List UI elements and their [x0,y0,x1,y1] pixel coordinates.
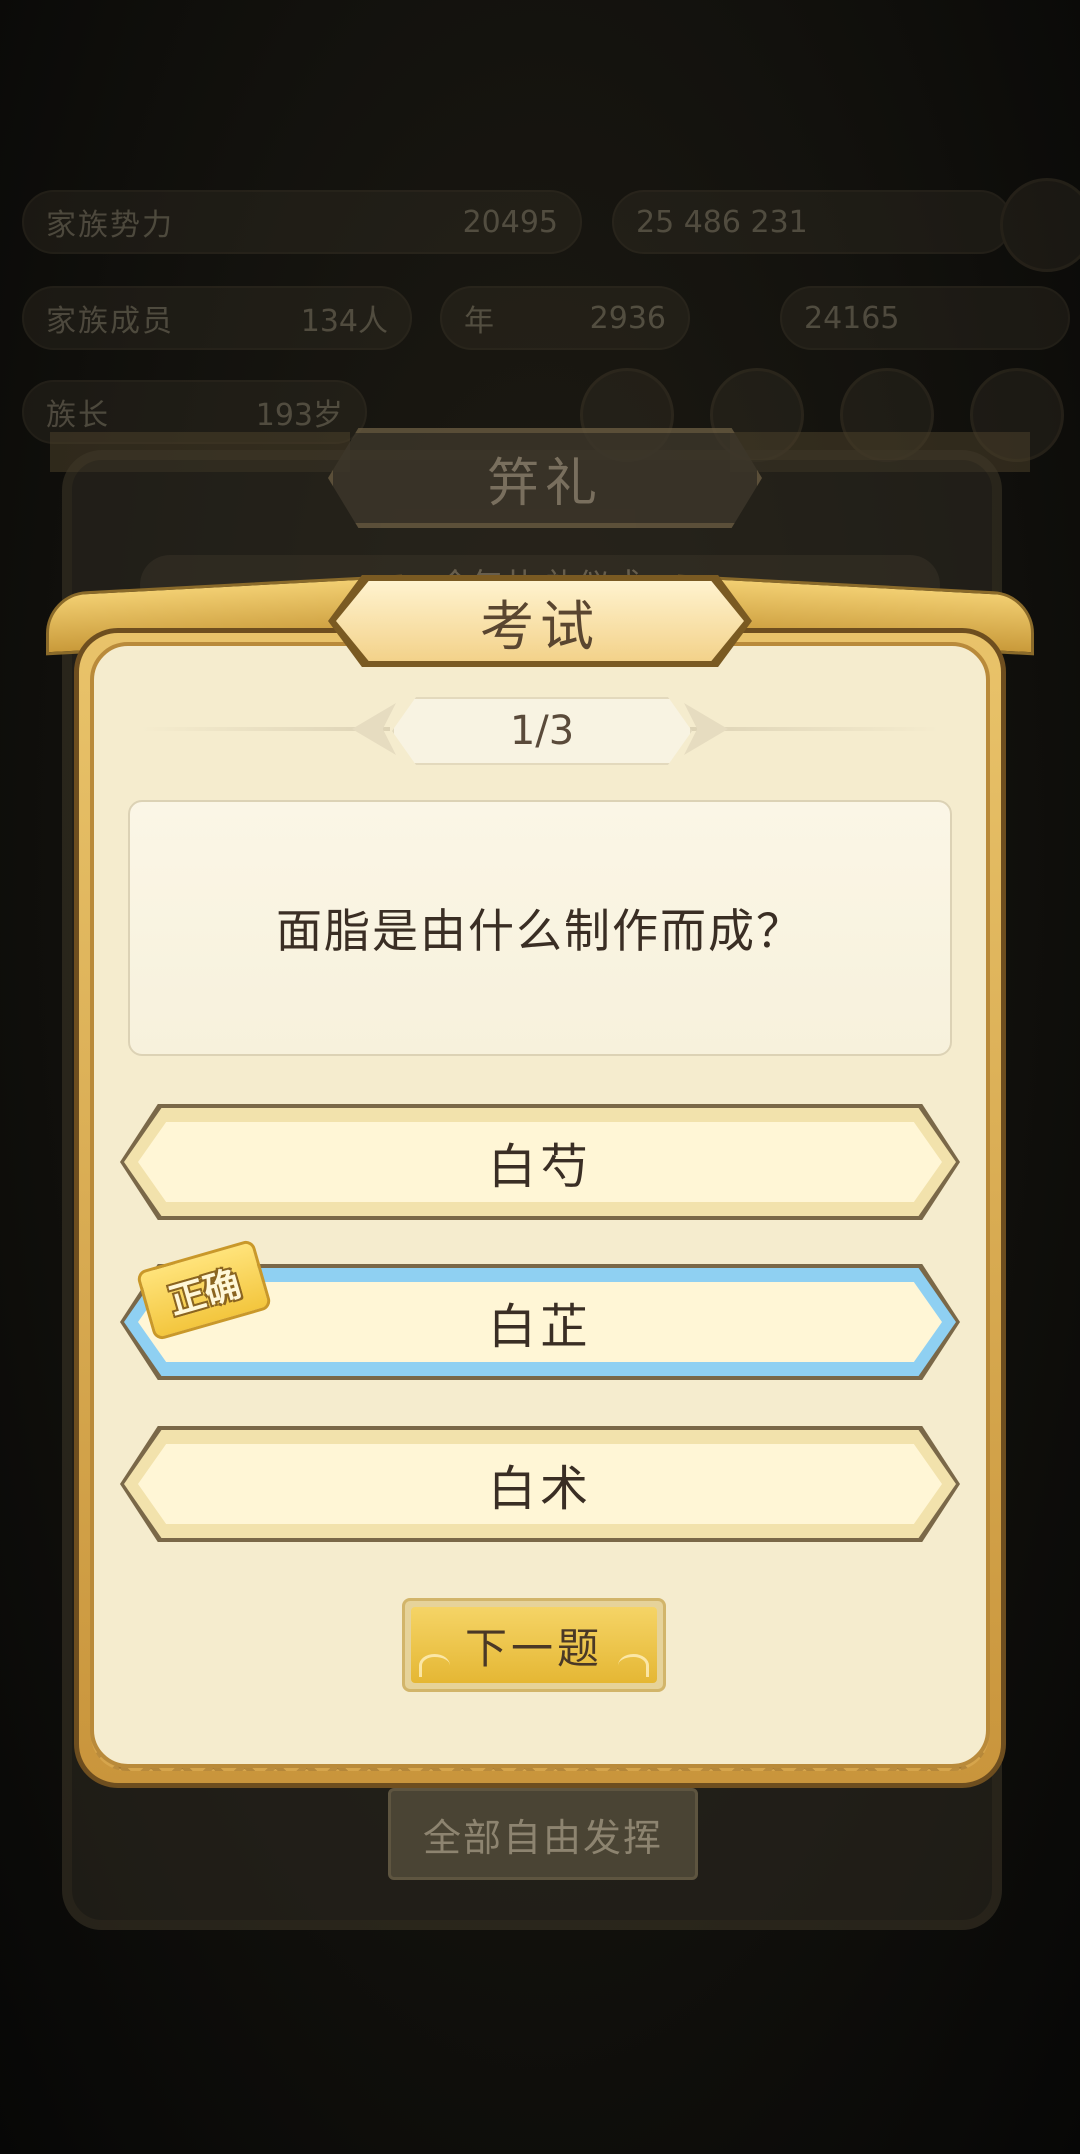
year-label: 年 [464,304,496,339]
year-value: 2936 [589,300,666,336]
next-question-button[interactable]: 下一题 [402,1598,666,1692]
gold-value: 24165 [804,300,900,336]
answer-option-3-label: 白术 [138,1444,942,1524]
patriarch-age-label: 族长 [46,398,110,433]
gold-stat: 24165 [780,286,1070,350]
family-power-stat: 家族势力 20495 [22,190,582,254]
resources-stat: 25 486 231 [612,190,1012,254]
question-box: 面脂是由什么制作而成？ [128,800,952,1056]
family-power-label: 家族势力 [46,208,174,243]
resources-value: 25 486 231 [636,204,808,240]
exam-title: 考试 [336,581,744,661]
members-value: 134人 [300,304,388,339]
question-text: 面脂是由什么制作而成？ [276,904,804,958]
ceremony-title: 笄礼 [328,428,762,528]
patriarch-age-value: 193岁 [255,398,343,433]
next-question-label: 下一题 [411,1607,657,1683]
answer-option-3[interactable]: 白术 [120,1426,960,1542]
game-screen: { "background": { "stats": [ {"label": "… [0,0,1080,2154]
answer-option-1[interactable]: 白芍 [120,1104,960,1220]
members-label: 家族成员 [46,304,174,339]
answer-option-1-label: 白芍 [138,1122,942,1202]
family-power-value: 20495 [462,204,558,240]
question-progress: 1/3 [392,697,692,765]
year-stat: 年 2936 [440,286,690,350]
help-icon[interactable] [1000,178,1080,272]
option-border: 白芍 [124,1108,956,1216]
free-play-all-button[interactable]: 全部自由发挥 [388,1788,698,1880]
option-border: 白术 [124,1430,956,1538]
members-stat: 家族成员 134人 [22,286,412,350]
